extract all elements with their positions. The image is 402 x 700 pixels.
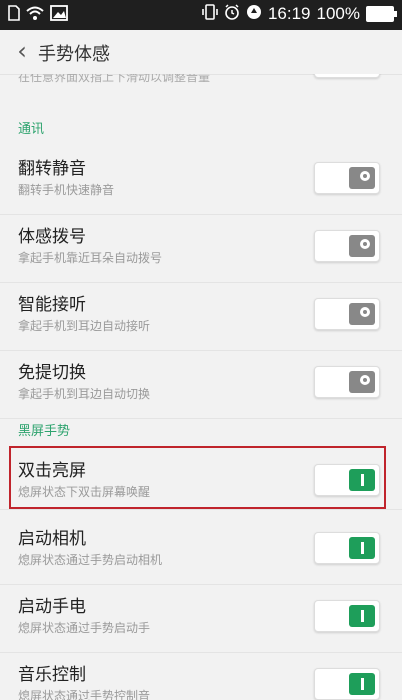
highlight-box xyxy=(9,446,386,509)
list-item[interactable]: 免提切换 拿起手机到耳边自动切换 xyxy=(0,348,402,419)
status-left-icons xyxy=(8,5,68,25)
toggle-switch[interactable] xyxy=(314,668,380,700)
app-bar: ‹ 手势体感 xyxy=(0,30,402,75)
toggle-on-icon xyxy=(361,678,364,690)
battery-percent: 100% xyxy=(316,4,360,23)
list-item-title: 免提切换 xyxy=(18,363,86,383)
list-item[interactable]: 启动手电 熄屏状态通过手势启动手 xyxy=(0,582,402,653)
list-item-subtitle: 熄屏状态通过手势启动相机 xyxy=(18,553,163,567)
list-item-title: 翻转静音 xyxy=(18,159,86,179)
list-item[interactable]: 音乐控制 熄屏状态通过手势控制音 xyxy=(0,650,402,700)
data-saver-icon xyxy=(246,4,262,24)
image-notification-icon xyxy=(50,5,68,25)
toggle-switch[interactable] xyxy=(314,74,380,78)
list-item-title: 启动手电 xyxy=(18,597,86,617)
alarm-icon xyxy=(224,4,240,24)
list-item-title: 智能接听 xyxy=(18,295,86,315)
toggle-switch[interactable] xyxy=(314,230,380,262)
back-button[interactable]: ‹ xyxy=(8,38,36,66)
toggle-switch[interactable] xyxy=(314,532,380,564)
toggle-on-icon xyxy=(361,542,364,554)
toggle-off-icon xyxy=(360,239,370,249)
settings-list[interactable]: 在任意界面双指上下滑动以调整音量 通讯 翻转静音 翻转手机快速静音 体感拨号 拿… xyxy=(0,74,402,700)
status-time: 16:19 xyxy=(267,4,311,23)
section-title-blackscreen: 黑屏手势 xyxy=(18,424,71,439)
toggle-off-icon xyxy=(360,171,370,181)
toggle-switch[interactable] xyxy=(314,366,380,398)
list-item-subtitle: 拿起手机到耳边自动接听 xyxy=(18,319,151,333)
list-item-subtitle: 熄屏状态通过手势控制音 xyxy=(18,689,151,700)
toggle-switch[interactable] xyxy=(314,162,380,194)
list-item-subtitle: 拿起手机靠近耳朵自动拨号 xyxy=(18,251,163,265)
page-title: 手势体感 xyxy=(38,44,110,65)
list-item-subtitle: 翻转手机快速静音 xyxy=(18,183,115,197)
toggle-switch[interactable] xyxy=(314,298,380,330)
list-item-partial[interactable]: 在任意界面双指上下滑动以调整音量 xyxy=(0,74,402,100)
list-item-subtitle: 熄屏状态通过手势启动手 xyxy=(18,621,151,635)
list-item[interactable]: 智能接听 拿起手机到耳边自动接听 xyxy=(0,280,402,351)
list-item[interactable]: 体感拨号 拿起手机靠近耳朵自动拨号 xyxy=(0,212,402,283)
toggle-off-icon xyxy=(360,307,370,317)
list-item[interactable]: 启动相机 熄屏状态通过手势启动相机 xyxy=(0,514,402,585)
list-item[interactable]: 翻转静音 翻转手机快速静音 xyxy=(0,144,402,215)
toggle-on-icon xyxy=(361,610,364,622)
toggle-off-icon xyxy=(360,375,370,385)
status-right-icons: 16:19 100% xyxy=(202,4,397,24)
list-item-title: 启动相机 xyxy=(18,529,86,549)
status-bar: 16:19 100% xyxy=(0,0,402,30)
list-item-title: 音乐控制 xyxy=(18,665,86,685)
section-title-comms: 通讯 xyxy=(18,122,45,137)
battery-icon xyxy=(366,6,397,22)
list-item-subtitle: 拿起手机到耳边自动切换 xyxy=(18,387,151,401)
wifi-icon xyxy=(26,5,44,25)
toggle-switch[interactable] xyxy=(314,600,380,632)
list-item-title: 体感拨号 xyxy=(18,227,86,247)
list-item-subtitle: 在任意界面双指上下滑动以调整音量 xyxy=(18,74,211,84)
sim-icon xyxy=(8,5,20,25)
vibrate-icon xyxy=(202,4,218,24)
